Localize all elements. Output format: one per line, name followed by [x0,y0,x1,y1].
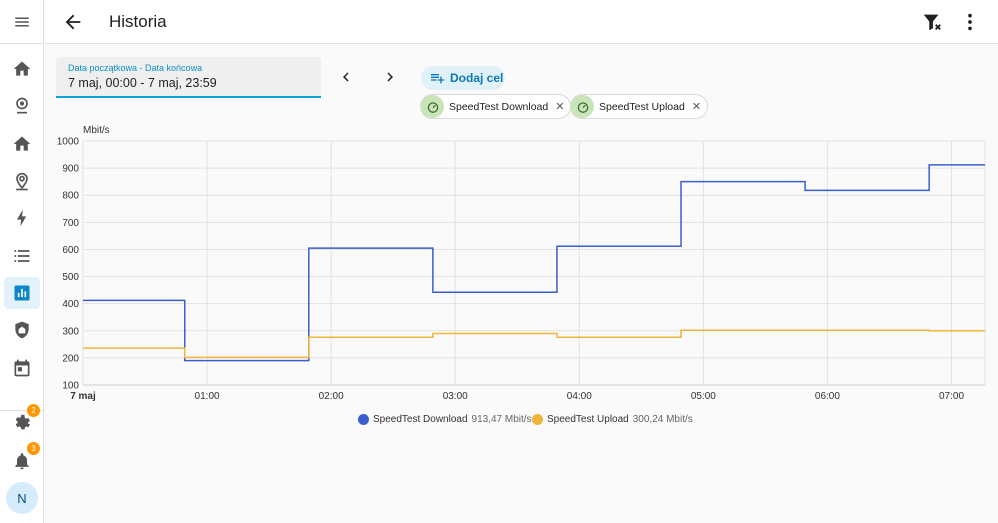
home-icon [13,61,31,76]
speedometer-icon [571,95,594,118]
y-tick-label: 200 [62,353,79,364]
legend-state: 913,47 Mbit/s [471,414,532,425]
history-chart: 100 200 300 400 500 600 700 800 900 1000 7 maj 01:0… [44,120,998,440]
y-tick-label: 400 [62,299,79,310]
add-target-button[interactable]: Dodaj cel [421,66,505,90]
y-tick-label: 300 [62,326,79,337]
list-icon [14,250,30,262]
menu-icon[interactable] [13,13,31,31]
x-tick-label: 07:00 [939,391,964,402]
sidebar-item-logbook[interactable] [4,240,40,272]
sidebar-item-notifications[interactable]: 3 [4,442,40,477]
y-tick-label: 700 [62,218,79,229]
sidebar-item-home[interactable] [4,128,40,160]
legend-swatch [532,414,543,425]
x-tick-label: 02:00 [319,391,344,402]
page-title: Historia [109,12,167,31]
entity-chip[interactable]: SpeedTest Upload ✕ [570,94,709,119]
y-tick-label: 800 [62,191,79,202]
filter-remove-icon[interactable] [921,11,943,33]
sidebar: 2 3 N [0,0,44,523]
sidebar-item-overview[interactable] [4,53,40,85]
sidebar-item-energy[interactable] [4,202,40,234]
y-tick-label: 600 [62,245,79,256]
calendar-icon [14,359,30,377]
chevron-right-icon[interactable] [381,68,399,86]
sidebar-item-history[interactable] [4,277,40,309]
date-range-label: Data początkowa - Data końcowa [68,63,203,73]
lightning-icon [17,209,27,227]
legend-item-download[interactable]: SpeedTest Download 913,47 Mbit/s [358,412,532,427]
date-range-value: 7 maj, 00:00 - 7 maj, 23:59 [68,76,217,90]
sidebar-item-calendar[interactable] [4,352,40,384]
x-tick-label: 01:00 [195,391,220,402]
top-bar: Historia [45,0,998,44]
arrow-left-icon[interactable] [62,11,84,33]
sidebar-header [0,0,43,44]
more-vertical-icon[interactable] [959,11,981,33]
y-tick-label: 1000 [57,137,80,148]
speedometer-icon [421,95,444,118]
y-axis-label: Mbit/s [83,125,110,136]
chip-label: SpeedTest Download [449,100,549,113]
legend-state: 300,24 Mbit/s [632,414,693,425]
webcam-icon [16,97,28,114]
x-tick-label: 03:00 [443,391,468,402]
map-marker-icon [16,172,28,191]
close-icon[interactable]: ✕ [692,100,701,113]
avatar[interactable]: N [6,482,38,514]
entity-chip[interactable]: SpeedTest Download ✕ [420,94,572,119]
series-line [83,329,985,359]
chevron-left-icon[interactable] [337,68,355,86]
legend-label: SpeedTest Upload [547,414,629,425]
line-chart: 100 200 300 400 500 600 700 800 900 1000 7 maj 01:0… [57,125,986,402]
playlist-plus-icon [431,74,445,84]
notifications-badge: 3 [27,442,40,455]
legend-label: SpeedTest Download [373,414,468,425]
date-range-field[interactable]: Data początkowa - Data końcowa 7 maj, 00… [56,57,321,98]
x-tick-label: 7 maj [70,391,96,402]
y-tick-label: 500 [62,272,79,283]
shield-icon [15,321,29,339]
y-tick-label: 900 [62,164,79,175]
x-tick-label: 06:00 [815,391,840,402]
x-tick-label: 04:00 [567,391,592,402]
x-tick-label: 05:00 [691,391,716,402]
chip-label: SpeedTest Upload [599,100,685,113]
home-icon [13,136,31,151]
bell-icon [15,453,29,470]
settings-badge: 2 [27,404,40,417]
y-tick-label: 100 [62,381,79,392]
sidebar-item-map[interactable] [4,166,40,198]
chart-box-icon [14,285,30,301]
close-icon[interactable]: ✕ [555,100,564,113]
gear-icon [15,414,31,430]
legend-item-upload[interactable]: SpeedTest Upload 300,24 Mbit/s [532,412,693,427]
add-target-label: Dodaj cel [450,71,504,85]
legend-swatch [358,414,369,425]
sidebar-item-camera[interactable] [4,90,40,122]
sidebar-item-settings[interactable]: 2 [4,404,40,439]
sidebar-item-security[interactable] [4,314,40,346]
